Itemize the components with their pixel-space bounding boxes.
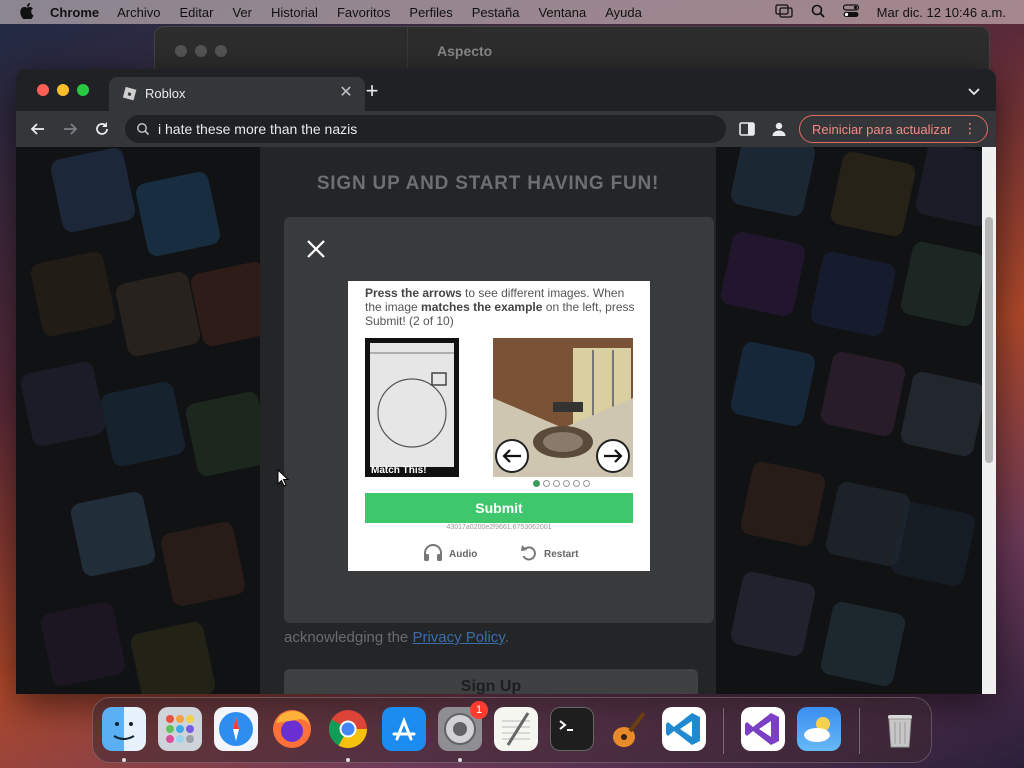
privacy-text: acknowledging the Privacy Policy. [284,629,509,646]
previous-image-arrow-icon[interactable] [495,439,529,473]
safari-icon[interactable] [214,707,258,751]
roblox-favicon-icon [121,86,137,102]
session-id: 43017a0200e2f9661.6753062001 [446,524,552,531]
pager-dot[interactable] [573,480,580,487]
search-icon [136,122,150,136]
inactive-window-controls [175,45,227,57]
relaunch-to-update-button[interactable]: Reiniciar para actualizar ⋮ [799,115,988,143]
privacy-policy-link[interactable]: Privacy Policy [412,629,504,646]
audio-label: Audio [449,549,478,560]
pager-dot[interactable] [533,480,540,487]
menu-historial[interactable]: Historial [271,5,318,20]
inactive-minimize-dot[interactable] [195,45,207,57]
finder-running-dot [122,758,126,762]
tab-roblox[interactable]: Roblox ✕ [109,77,365,111]
menu-app-name[interactable]: Chrome [50,5,99,20]
restart-button[interactable]: Restart [520,544,578,565]
app-store-icon[interactable] [382,707,426,751]
pager-dot[interactable] [583,480,590,487]
system-settings-icon[interactable]: 1 [438,701,488,751]
new-tab-button[interactable]: + [360,80,384,104]
example-label: Match This! [371,465,427,476]
finder-icon[interactable] [102,707,146,751]
terminal-icon[interactable] [550,707,594,751]
weather-icon[interactable] [797,707,841,751]
browser-toolbar: i hate these more than the nazis Reinici… [16,111,996,147]
menu-perfiles[interactable]: Perfiles [409,5,452,20]
notification-badge: 1 [470,701,488,719]
image-pager [533,480,590,487]
more-menu-icon[interactable]: ⋮ [963,120,977,137]
reload-button[interactable] [90,117,114,141]
privacy-prefix: acknowledging the [284,629,413,646]
tab-close-icon[interactable]: ✕ [337,84,355,102]
control-center-icon[interactable] [842,3,859,21]
side-panel-icon[interactable] [738,120,756,138]
menu-ayuda[interactable]: Ayuda [605,5,642,20]
inactive-zoom-dot[interactable] [215,45,227,57]
pager-dot[interactable] [563,480,570,487]
settings-window-title: Aspecto [437,43,493,59]
menu-bar: Chrome Archivo Editar Ver Historial Favo… [0,0,1024,24]
launchpad-icon[interactable] [158,707,202,751]
vscode-icon[interactable] [662,707,706,751]
headphones-icon [423,544,443,565]
menu-favoritos[interactable]: Favoritos [337,5,390,20]
chrome-running-dot [346,758,350,762]
menu-ventana[interactable]: Ventana [538,5,586,20]
garageband-icon[interactable] [606,707,650,751]
submit-button[interactable]: Submit [365,493,633,523]
example-image: Match This! [365,338,459,477]
privacy-suffix: . [504,629,509,646]
page-scrollbar-thumb[interactable] [985,217,993,463]
tab-title: Roblox [145,86,186,101]
page-viewport: SIGN UP AND START HAVING FUN! acknowledg… [16,147,996,694]
profile-icon[interactable] [770,120,788,138]
inactive-close-dot[interactable] [175,45,187,57]
signup-heading: SIGN UP AND START HAVING FUN! [316,173,660,194]
menu-ver[interactable]: Ver [232,5,252,20]
tab-search-chevron-icon[interactable] [966,83,982,99]
update-button-label: Reiniciar para actualizar [812,121,952,137]
address-bar-text: i hate these more than the nazis [158,121,358,137]
back-button[interactable] [26,117,50,141]
captcha-challenge: Press the arrows to see different images… [348,281,650,571]
zoom-window-button[interactable] [77,84,89,96]
captcha-instructions: Press the arrows to see different images… [365,286,635,328]
trash-icon[interactable] [878,707,922,751]
restart-label: Restart [544,549,579,560]
background-settings-window[interactable]: Aspecto [154,26,990,75]
address-bar[interactable]: i hate these more than the nazis [125,115,726,143]
sign-up-button[interactable]: Sign Up [284,669,698,694]
audio-challenge-button[interactable]: Audio [423,544,477,565]
close-modal-icon[interactable] [304,237,328,261]
firefox-icon[interactable] [270,707,314,751]
tab-strip: Roblox ✕ + [16,69,996,111]
chrome-window: Roblox ✕ + i hate these more than the na… [16,69,996,694]
mouse-cursor-icon [277,468,290,487]
close-window-button[interactable] [37,84,49,96]
chrome-icon[interactable] [326,707,370,751]
minimize-window-button[interactable] [57,84,69,96]
textedit-icon[interactable] [494,707,538,751]
dock-separator [859,708,860,754]
visual-studio-icon[interactable] [741,707,785,751]
menu-clock[interactable]: Mar dic. 12 10:46 a.m. [877,5,1006,20]
menu-pestana[interactable]: Pestaña [472,5,520,20]
apple-menu-icon[interactable] [20,2,36,22]
next-image-arrow-icon[interactable] [596,439,630,473]
pager-dot[interactable] [553,480,560,487]
menu-archivo[interactable]: Archivo [117,5,160,20]
captcha-modal: Press the arrows to see different images… [284,217,714,623]
forward-button[interactable] [58,117,82,141]
dock: 1 [92,697,932,763]
pager-dot[interactable] [543,480,550,487]
screen-mirroring-icon[interactable] [775,3,793,21]
dock-separator [723,708,724,754]
spotlight-search-icon[interactable] [811,4,825,21]
system-settings-running-dot [458,758,462,762]
restart-icon [520,544,538,565]
menu-editar[interactable]: Editar [179,5,213,20]
